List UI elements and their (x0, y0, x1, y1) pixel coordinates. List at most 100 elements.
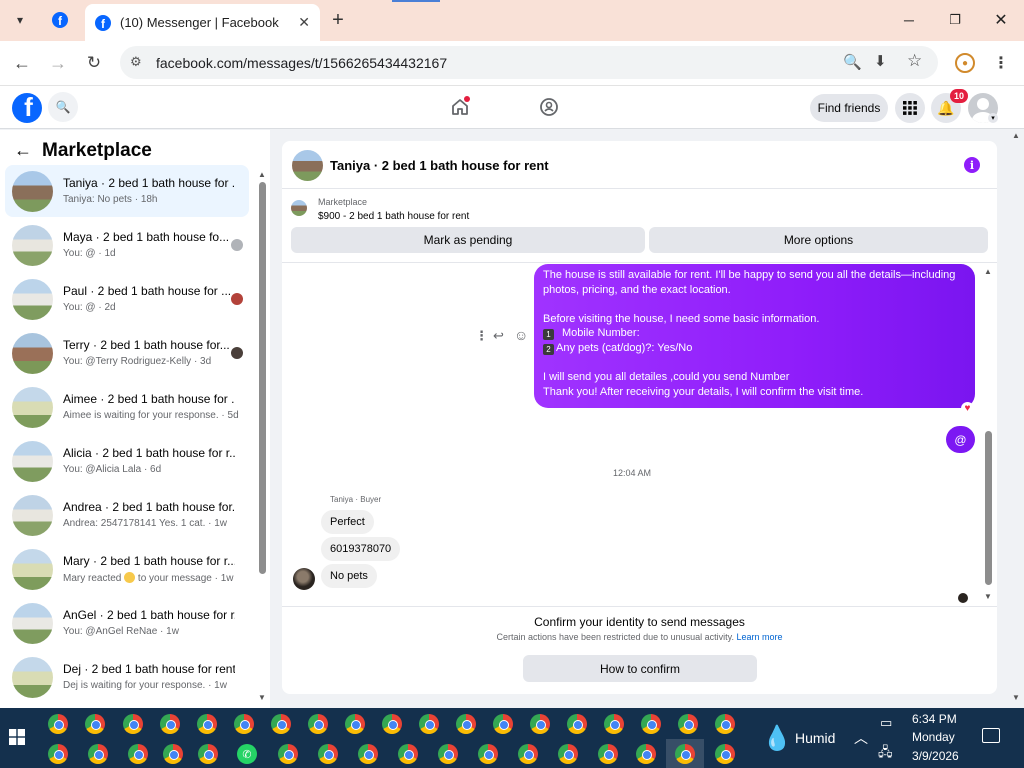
how-to-confirm-button[interactable]: How to confirm (523, 655, 757, 682)
outgoing-message-bubble[interactable]: The house is still available for rent. I… (534, 264, 975, 408)
home-icon[interactable] (448, 95, 472, 119)
chrome-taskbar-icon[interactable] (48, 714, 68, 734)
chrome-taskbar-icon[interactable] (558, 744, 578, 764)
chrome-taskbar-icon[interactable] (419, 714, 439, 734)
chrome-taskbar-icon[interactable] (85, 714, 105, 734)
chrome-taskbar-icon[interactable] (530, 714, 550, 734)
conversation-item-aimee[interactable]: Aimee · 2 bed 1 bath house for ... Aimee… (5, 381, 249, 433)
new-tab-button[interactable]: + (326, 8, 350, 32)
reply-icon[interactable]: ↩ (493, 328, 504, 344)
chrome-taskbar-icon[interactable] (398, 744, 418, 764)
clock-date[interactable]: 3/9/2026 (912, 749, 959, 763)
chrome-taskbar-icon[interactable] (598, 744, 618, 764)
zoom-icon[interactable]: 🔍 (843, 53, 862, 71)
active-tab[interactable]: f (10) Messenger | Facebook ✕ (85, 4, 320, 41)
conversation-item-dej[interactable]: Dej · 2 bed 1 bath house for rent Dej is… (5, 651, 249, 703)
mention-message-bubble[interactable]: @ (946, 426, 975, 453)
bookmark-star-icon[interactable]: ☆ (907, 51, 922, 71)
chrome-taskbar-icon[interactable] (636, 744, 656, 764)
back-arrow-icon[interactable]: ← (14, 140, 32, 161)
forward-icon[interactable]: → (46, 51, 70, 75)
chat-title[interactable]: Taniya · 2 bed 1 bath house for rent (330, 158, 549, 173)
notification-center-icon[interactable] (982, 728, 1000, 743)
chrome-taskbar-icon[interactable] (308, 714, 328, 734)
chat-scrollbar-thumb[interactable] (985, 431, 992, 585)
conversation-item-terry[interactable]: Terry · 2 bed 1 bath house for... You: @… (5, 327, 249, 379)
chrome-taskbar-icon[interactable] (318, 744, 338, 764)
network-icon[interactable]: 🖧 (878, 743, 893, 765)
chrome-taskbar-icon[interactable] (478, 744, 498, 764)
incoming-message-bubble[interactable]: No pets (321, 564, 377, 588)
install-app-icon[interactable]: ⬇ (874, 52, 887, 70)
show-hidden-icons-chevron-icon[interactable]: ︿ (854, 728, 868, 748)
page-scroll-up-icon[interactable]: ▲ (1012, 131, 1020, 140)
clock-day[interactable]: Monday (912, 730, 955, 744)
mark-as-pending-button[interactable]: Mark as pending (291, 227, 645, 253)
chrome-taskbar-icon[interactable] (382, 714, 402, 734)
conversation-item-alicia[interactable]: Alicia · 2 bed 1 bath house for r... You… (5, 435, 249, 487)
weather-label[interactable]: Humid (795, 730, 835, 746)
sender-avatar[interactable] (293, 568, 315, 590)
whatsapp-taskbar-icon[interactable]: ✆ (237, 744, 257, 764)
sidebar-scroll-down-icon[interactable]: ▼ (258, 693, 266, 702)
display-icon[interactable]: ▭ (880, 715, 892, 731)
chrome-taskbar-icon[interactable] (345, 714, 365, 734)
conversation-item-angel[interactable]: AnGel · 2 bed 1 bath house for r... You:… (5, 597, 249, 649)
profile-icon[interactable]: ● (955, 53, 975, 73)
heart-reaction-icon[interactable]: ♥ (961, 402, 974, 415)
conversation-info-icon[interactable]: i (964, 157, 980, 173)
incoming-message-bubble[interactable]: Perfect (321, 510, 374, 534)
chrome-taskbar-icon[interactable] (493, 714, 513, 734)
more-actions-icon[interactable]: ⋮ (475, 328, 488, 344)
address-bar[interactable]: ⚙ facebook.com/messages/t/15662654344321… (120, 46, 938, 79)
weather-droplet-icon[interactable]: 💧 (762, 724, 792, 753)
chrome-taskbar-icon[interactable] (641, 714, 661, 734)
chrome-taskbar-icon[interactable] (518, 744, 538, 764)
chat-header-thumbnail[interactable] (292, 150, 323, 181)
browser-menu-icon[interactable]: ⋮ (993, 52, 1009, 74)
chrome-taskbar-icon[interactable] (128, 744, 148, 764)
chrome-taskbar-icon[interactable] (278, 744, 298, 764)
back-icon[interactable]: ← (10, 51, 34, 75)
sidebar-scrollbar-thumb[interactable] (259, 182, 266, 574)
chrome-taskbar-icon[interactable] (678, 714, 698, 734)
chat-scroll-down-icon[interactable]: ▼ (984, 592, 992, 601)
chrome-taskbar-icon[interactable] (604, 714, 624, 734)
chrome-taskbar-icon[interactable] (88, 744, 108, 764)
tab-list-button[interactable]: ▾ (8, 8, 32, 32)
search-icon[interactable]: 🔍 (48, 92, 78, 122)
chrome-taskbar-icon[interactable] (456, 714, 476, 734)
conversation-item-maya[interactable]: Maya · 2 bed 1 bath house fo... You: @ ·… (5, 219, 249, 271)
incoming-message-bubble[interactable]: 6019378070 (321, 537, 401, 561)
windows-start-icon[interactable] (9, 729, 25, 745)
close-tab-icon[interactable]: ✕ (298, 14, 310, 31)
chrome-taskbar-icon[interactable] (271, 714, 291, 734)
chrome-taskbar-icon[interactable] (163, 744, 183, 764)
chrome-taskbar-icon[interactable] (48, 744, 68, 764)
conversation-item-mary[interactable]: Mary · 2 bed 1 bath house for r... Mary … (5, 543, 249, 595)
chrome-taskbar-icon[interactable] (675, 744, 695, 764)
menu-grid-icon[interactable] (895, 93, 925, 123)
groups-icon[interactable] (537, 95, 561, 119)
chrome-taskbar-icon[interactable] (198, 744, 218, 764)
react-emoji-icon[interactable]: ☺ (514, 327, 528, 343)
learn-more-link[interactable]: Learn more (736, 632, 782, 642)
find-friends-button[interactable]: Find friends (810, 94, 888, 122)
listing-thumbnail[interactable] (291, 200, 307, 216)
conversation-item-taniya[interactable]: Taniya · 2 bed 1 bath house for ... Tani… (5, 165, 249, 217)
conversation-item-andrea[interactable]: Andrea · 2 bed 1 bath house for... Andre… (5, 489, 249, 541)
sidebar-scroll-up-icon[interactable]: ▲ (258, 170, 266, 179)
close-window-button[interactable]: ✕ (989, 8, 1013, 32)
chrome-taskbar-icon[interactable] (715, 714, 735, 734)
chrome-taskbar-icon[interactable] (123, 714, 143, 734)
site-info-icon[interactable]: ⚙ (130, 54, 142, 70)
clock-time[interactable]: 6:34 PM (912, 712, 957, 726)
chrome-taskbar-icon[interactable] (197, 714, 217, 734)
pinned-facebook-tab[interactable]: f (48, 8, 72, 32)
more-options-button[interactable]: More options (649, 227, 988, 253)
chrome-taskbar-icon[interactable] (438, 744, 458, 764)
account-chevron-icon[interactable]: ▾ (988, 113, 998, 123)
conversation-item-paul[interactable]: Paul · 2 bed 1 bath house for ... You: @… (5, 273, 249, 325)
chat-scroll-up-icon[interactable]: ▲ (984, 267, 992, 276)
facebook-logo-icon[interactable]: f (12, 93, 42, 123)
